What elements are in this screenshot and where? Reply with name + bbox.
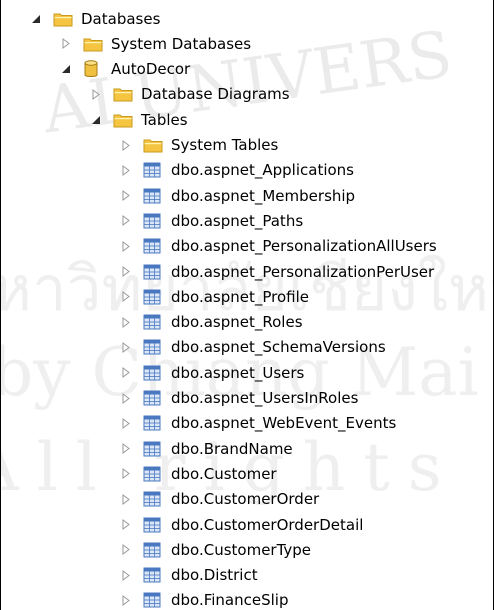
collapsed-triangle-icon[interactable] — [119, 593, 133, 607]
tree-node[interactable]: dbo.aspnet_Applications — [119, 158, 354, 183]
collapsed-triangle-icon[interactable] — [119, 163, 133, 177]
table-icon — [143, 237, 165, 255]
tree-node[interactable]: dbo.CustomerType — [119, 537, 311, 562]
tree-node-label: dbo.CustomerOrder — [171, 490, 320, 509]
tree-node[interactable]: dbo.aspnet_UsersInRoles — [119, 386, 358, 411]
collapsed-triangle-icon[interactable] — [119, 290, 133, 304]
object-explorer-panel: AI UNIVERS หาวิทยาลัยเชียงใหม่ by Chiang… — [0, 0, 494, 610]
tree-node-label: Tables — [141, 110, 188, 129]
tree-node-label: AutoDecor — [111, 60, 191, 79]
expanded-triangle-icon[interactable] — [59, 62, 73, 76]
table-icon — [143, 212, 165, 230]
folder-icon — [83, 35, 105, 53]
tree-node[interactable]: dbo.aspnet_SchemaVersions — [119, 335, 386, 360]
table-icon — [143, 187, 165, 205]
collapsed-triangle-icon[interactable] — [119, 391, 133, 405]
collapsed-triangle-icon[interactable] — [119, 442, 133, 456]
collapsed-triangle-icon[interactable] — [119, 492, 133, 506]
table-icon — [143, 465, 165, 483]
collapsed-triangle-icon[interactable] — [119, 366, 133, 380]
tree-node-label: dbo.District — [171, 566, 258, 585]
tree-node-label: dbo.CustomerType — [171, 540, 312, 559]
collapsed-triangle-icon[interactable] — [119, 518, 133, 532]
tree-node-label: dbo.aspnet_WebEvent_Events — [171, 414, 397, 433]
collapsed-triangle-icon[interactable] — [119, 239, 133, 253]
tree-node[interactable]: dbo.FinanceSlip — [119, 588, 289, 610]
table-icon — [143, 516, 165, 534]
collapsed-triangle-icon[interactable] — [119, 467, 133, 481]
expanded-triangle-icon[interactable] — [29, 12, 43, 26]
tree-node-label: Database Diagrams — [141, 85, 290, 104]
tree-node-label: dbo.FinanceSlip — [171, 591, 289, 610]
tree-node[interactable]: dbo.CustomerOrder — [119, 487, 319, 512]
folder-icon — [143, 136, 165, 154]
collapsed-triangle-icon[interactable] — [119, 340, 133, 354]
tree-node-label: dbo.aspnet_PersonalizationAllUsers — [171, 237, 437, 256]
table-icon — [143, 389, 165, 407]
expanded-triangle-icon[interactable] — [89, 113, 103, 127]
tree-node-label: dbo.BrandName — [171, 439, 293, 458]
tree-node[interactable]: dbo.aspnet_Users — [119, 360, 304, 385]
tree-node[interactable]: dbo.aspnet_Paths — [119, 208, 303, 233]
collapsed-triangle-icon[interactable] — [119, 265, 133, 279]
table-icon — [143, 263, 165, 281]
collapsed-triangle-icon[interactable] — [119, 189, 133, 203]
collapsed-triangle-icon[interactable] — [89, 87, 103, 101]
tree-node[interactable]: dbo.CustomerOrderDetail — [119, 512, 363, 537]
tree-node-label: dbo.Customer — [171, 464, 277, 483]
tree-node-label: Databases — [81, 9, 161, 28]
table-icon — [143, 161, 165, 179]
tree-node-label: System Tables — [171, 136, 279, 154]
tree-node[interactable]: System Databases — [59, 31, 251, 56]
tree-node[interactable]: AutoDecor — [59, 57, 190, 82]
table-icon — [143, 338, 165, 356]
collapsed-triangle-icon[interactable] — [119, 214, 133, 228]
database-icon — [83, 60, 105, 78]
tree-node-label: dbo.aspnet_Profile — [171, 287, 310, 306]
tree-node-label: dbo.aspnet_PersonalizationPerUser — [171, 262, 435, 281]
tree-node-label: dbo.aspnet_Roles — [171, 313, 303, 332]
table-icon — [143, 313, 165, 331]
tree-node[interactable]: Database Diagrams — [89, 82, 290, 107]
tree-node[interactable]: dbo.BrandName — [119, 436, 293, 461]
tree-node[interactable]: dbo.aspnet_PersonalizationPerUser — [119, 259, 434, 284]
table-icon — [143, 591, 165, 609]
tree-node-label: dbo.aspnet_Users — [171, 363, 305, 382]
tree-node[interactable]: dbo.Customer — [119, 461, 277, 486]
tree-node[interactable]: dbo.aspnet_Roles — [119, 310, 303, 335]
tree-node[interactable]: Tables — [89, 107, 188, 132]
folder-icon — [53, 10, 75, 28]
table-icon — [143, 288, 165, 306]
folder-icon — [113, 111, 135, 129]
tree-node[interactable]: dbo.District — [119, 563, 258, 588]
tree-node-label: dbo.CustomerOrderDetail — [171, 515, 364, 534]
collapsed-triangle-icon[interactable] — [59, 37, 73, 51]
collapsed-triangle-icon[interactable] — [119, 568, 133, 582]
tree-node-label: dbo.aspnet_Paths — [171, 211, 304, 230]
table-icon — [143, 414, 165, 432]
table-icon — [143, 440, 165, 458]
tree-node[interactable]: dbo.aspnet_PersonalizationAllUsers — [119, 234, 437, 259]
tree-node-label: dbo.aspnet_SchemaVersions — [171, 338, 386, 357]
tree-node[interactable]: System Tables — [119, 133, 278, 158]
tree-node-label: System Databases — [111, 34, 252, 53]
folder-icon — [113, 85, 135, 103]
tree-node[interactable]: dbo.aspnet_WebEvent_Events — [119, 411, 396, 436]
collapsed-triangle-icon[interactable] — [119, 138, 133, 152]
collapsed-triangle-icon[interactable] — [119, 416, 133, 430]
tree-node-label: dbo.aspnet_UsersInRoles — [171, 389, 359, 407]
table-icon — [143, 490, 165, 508]
collapsed-triangle-icon[interactable] — [119, 315, 133, 329]
collapsed-triangle-icon[interactable] — [119, 543, 133, 557]
tree-node-label: dbo.aspnet_Applications — [171, 161, 354, 180]
tree-node[interactable]: Databases — [29, 6, 160, 31]
table-icon — [143, 541, 165, 559]
table-icon — [143, 566, 165, 584]
tree-node[interactable]: dbo.aspnet_Membership — [119, 183, 355, 208]
table-icon — [143, 364, 165, 382]
tree-node[interactable]: dbo.aspnet_Profile — [119, 284, 309, 309]
tree-node-label: dbo.aspnet_Membership — [171, 186, 356, 205]
